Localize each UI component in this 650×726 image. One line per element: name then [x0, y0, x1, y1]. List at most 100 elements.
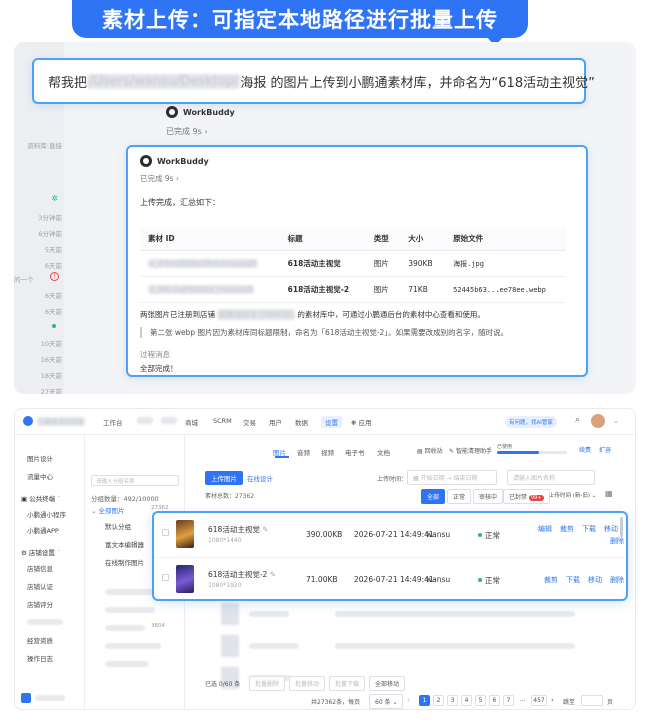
ai-helper-badge[interactable]: 有问题，找AI管家	[505, 416, 557, 428]
tab-audio[interactable]: 音频	[297, 447, 310, 457]
move-all-button[interactable]: 全部移动	[369, 676, 406, 691]
menu-store-info[interactable]: 店铺信息	[27, 563, 53, 573]
tab-document[interactable]: 文档	[377, 447, 390, 457]
menu-app[interactable]: 小鹏通APP	[27, 525, 59, 535]
download-button[interactable]: 下载	[566, 575, 580, 585]
tab-ebook[interactable]: 电子书	[345, 447, 365, 457]
page-2[interactable]: 2	[433, 695, 444, 706]
crop-button[interactable]: 裁剪	[560, 524, 574, 534]
batch-download-button[interactable]: 批量下载	[329, 676, 366, 691]
page-7[interactable]: 7	[503, 695, 514, 706]
menu-group-store[interactable]: ⚙ 店铺设置 ˆ	[21, 547, 60, 557]
store-switch-icon[interactable]	[21, 693, 31, 703]
row-checkbox[interactable]	[162, 574, 169, 581]
asset-thumbnail[interactable]	[176, 565, 194, 593]
search-icon[interactable]: ⌕	[575, 415, 580, 425]
asset-thumbnail[interactable]	[176, 520, 194, 548]
page-5[interactable]: 5	[475, 695, 486, 706]
next-page-icon[interactable]: ›	[551, 696, 554, 704]
asset-row[interactable]: 618活动主视觉 ✎ 1080*1440 390.00KB 2026-07-21…	[154, 513, 626, 555]
filter-banned[interactable]: 已封禁 99+	[503, 489, 550, 504]
tab-video[interactable]: 视频	[321, 447, 334, 457]
filter-all[interactable]: 全部	[421, 489, 446, 504]
nav-scrm[interactable]: SCRM	[213, 417, 232, 425]
sidebar-time[interactable]: 16天前	[41, 354, 62, 364]
group-search-input[interactable]: 请输入分组名称	[91, 475, 179, 486]
chevron-down-icon[interactable]: ⌄	[613, 417, 619, 425]
prev-page-icon[interactable]: ‹	[407, 696, 410, 704]
sidebar-time[interactable]: 6天前	[45, 290, 62, 300]
sidebar-time[interactable]: 5天前	[45, 244, 62, 254]
clean-assistant-button[interactable]: ✎ 智能清理助手	[449, 446, 492, 455]
tree-online-made[interactable]: 在线制作图片	[105, 557, 144, 567]
menu-traffic[interactable]: 流量中心	[27, 471, 53, 481]
online-design-link[interactable]: 在线设计	[247, 473, 273, 483]
menu-miniprogram[interactable]: 小鹏通小程序	[27, 509, 66, 519]
nav-mall[interactable]: 商城	[185, 417, 198, 427]
sidebar-time[interactable]: 的一个	[14, 274, 34, 284]
nav-user[interactable]: 用户	[269, 417, 282, 427]
delete-button[interactable]: 删除	[610, 536, 624, 546]
page-6[interactable]: 6	[489, 695, 500, 706]
asset-title[interactable]: 618活动主视觉-2 ✎	[208, 569, 276, 580]
outer-status[interactable]: 已完成 9s ›	[166, 126, 208, 137]
row-checkbox[interactable]	[162, 529, 169, 536]
sidebar-time[interactable]: 6天前	[45, 306, 62, 316]
tree-default-group[interactable]: 默认分组	[105, 521, 131, 531]
menu-logs[interactable]: 操作日志	[27, 653, 53, 663]
page-ellipsis[interactable]: ...	[517, 695, 528, 706]
sidebar-time[interactable]: 6分钟前	[38, 228, 62, 238]
sidebar-time[interactable]: 6天前	[45, 260, 62, 270]
nav-workbench[interactable]: 工作台	[103, 417, 123, 427]
download-button[interactable]: 下载	[582, 524, 596, 534]
edit-button[interactable]: 编辑	[538, 524, 552, 534]
asset-row[interactable]: 618活动主视觉-2 ✎ 1080*1920 71.00KB 2026-07-2…	[154, 557, 626, 599]
nav-data[interactable]: 数据	[295, 417, 308, 427]
recycle-bin-button[interactable]: ▤ 回收站	[417, 446, 443, 455]
sidebar-time[interactable]: 3分钟前	[38, 212, 62, 222]
batch-delete-button[interactable]: 批量删除	[249, 676, 286, 691]
answer-status[interactable]: 已完成 9s ›	[140, 173, 179, 184]
image-search-input[interactable]: 请输入图片名称	[507, 470, 595, 485]
edit-pencil-icon[interactable]: ✎	[262, 525, 268, 534]
upload-image-button[interactable]: 上传图片	[205, 471, 243, 485]
nav-apps[interactable]: ❋ 应用	[351, 417, 372, 427]
page-size-select[interactable]: 60 条 ⌄	[369, 694, 404, 709]
move-button[interactable]: 移动	[588, 575, 602, 585]
avatar[interactable]	[591, 414, 605, 428]
menu-image-design[interactable]: 图片设计	[27, 453, 53, 463]
tree-richtext[interactable]: 富文本编辑器	[105, 539, 144, 549]
sidebar-time[interactable]: 10天前	[41, 338, 62, 348]
nav-blurred[interactable]	[137, 417, 153, 424]
expand-link[interactable]: 扩容	[599, 445, 611, 454]
renew-link[interactable]: 续费	[579, 445, 591, 454]
menu-group-public[interactable]: ▣ 公共终端 ˆ	[21, 493, 61, 503]
menu-store-rating[interactable]: 店铺评分	[27, 599, 53, 609]
move-button[interactable]: 移动	[604, 524, 618, 534]
nav-blurred[interactable]	[161, 417, 177, 424]
page-last[interactable]: 457	[531, 695, 547, 706]
date-range-picker[interactable]: ▦ 开始日期 → 结束日期	[407, 470, 497, 485]
page-4[interactable]: 4	[461, 695, 472, 706]
menu-store-auth[interactable]: 店铺认证	[27, 581, 53, 591]
delete-button[interactable]: 删除	[610, 575, 624, 585]
menu-qualification[interactable]: 经营资质	[27, 635, 53, 645]
crop-button[interactable]: 裁剪	[544, 575, 558, 585]
process-toggle[interactable]: 过程消息	[140, 349, 170, 360]
page-1[interactable]: 1	[419, 695, 430, 706]
filter-review[interactable]: 审核中	[473, 489, 504, 504]
edit-pencil-icon[interactable]: ✎	[270, 570, 276, 579]
filter-normal[interactable]: 正常	[447, 489, 472, 504]
grid-view-icon[interactable]: ▦	[605, 489, 613, 498]
nav-settings[interactable]: 设置	[321, 416, 342, 428]
page-3[interactable]: 3	[447, 695, 458, 706]
asset-title[interactable]: 618活动主视觉 ✎	[208, 524, 269, 535]
sidebar-time[interactable]: 18天前	[41, 370, 62, 380]
scrollbar[interactable]	[620, 517, 623, 537]
jump-input[interactable]	[581, 695, 603, 706]
sort-select[interactable]: 上传时间 (新-旧) ⌄	[549, 491, 596, 499]
tree-all-images[interactable]: ⌄ 全部图片	[91, 505, 125, 515]
batch-move-button[interactable]: 批量移动	[289, 676, 326, 691]
nav-trade[interactable]: 交易	[243, 417, 256, 427]
sidebar-time[interactable]: 27天前	[41, 386, 62, 394]
